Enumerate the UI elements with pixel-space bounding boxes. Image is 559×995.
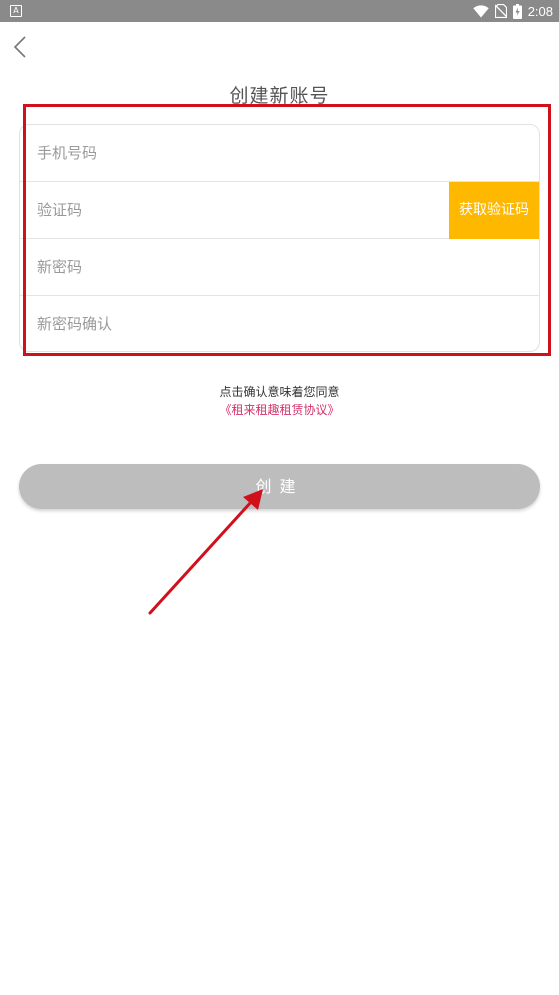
battery-charging-icon: [512, 3, 522, 19]
phone-input[interactable]: [37, 125, 437, 181]
agreement-text: 点击确认意味着您同意: [219, 385, 340, 399]
registration-form: 获取验证码: [19, 124, 540, 352]
create-button[interactable]: 创建: [19, 464, 540, 509]
page-title: 创建新账号: [229, 85, 330, 107]
app-notification-icon: A: [10, 5, 22, 17]
status-icons: 2:08: [472, 0, 553, 22]
agreement-link[interactable]: 《租来租趣租赁协议》: [0, 401, 559, 418]
verification-code-input[interactable]: [37, 182, 367, 238]
get-code-button[interactable]: 获取验证码: [449, 182, 539, 239]
confirm-password-row: [20, 296, 539, 351]
status-bar: A 2:08: [0, 0, 559, 22]
phone-row: [20, 125, 539, 182]
code-row: 获取验证码: [20, 182, 539, 239]
back-chevron-icon: [13, 36, 26, 58]
wifi-icon: [472, 4, 489, 17]
status-time: 2:08: [527, 3, 553, 19]
password-row: [20, 239, 539, 296]
no-sim-icon: [494, 4, 507, 18]
back-button[interactable]: [8, 34, 34, 60]
new-password-input[interactable]: [37, 239, 437, 295]
confirm-password-input[interactable]: [37, 296, 437, 351]
